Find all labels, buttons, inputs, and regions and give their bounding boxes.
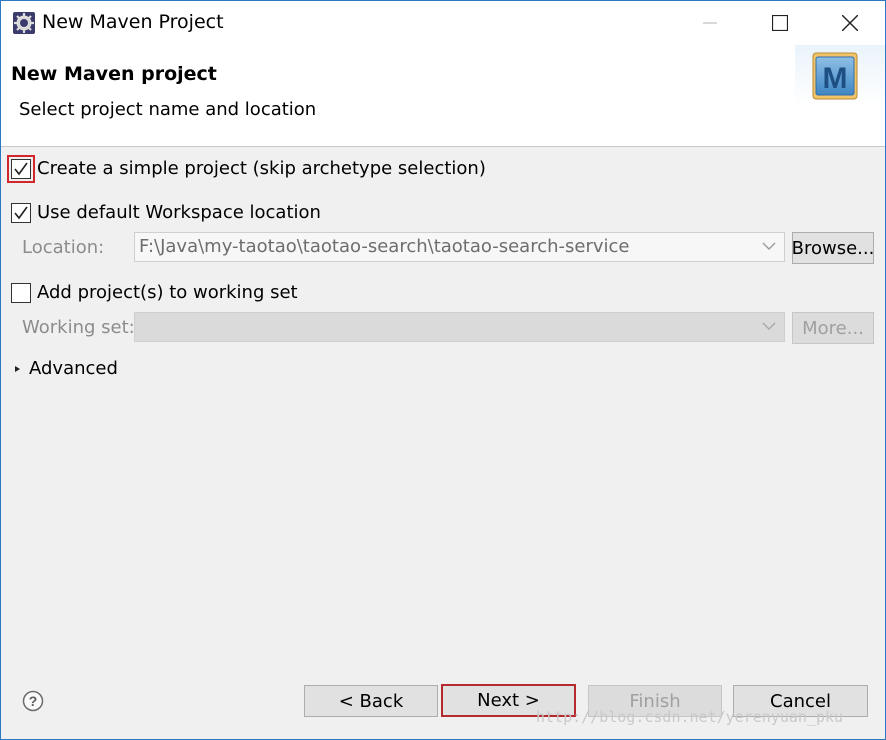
- working-set-combo[interactable]: [134, 312, 785, 342]
- title-bar[interactable]: New Maven Project: [1, 1, 885, 45]
- maximize-icon: [772, 15, 788, 31]
- wizard-header: New Maven project Select project name an…: [1, 45, 885, 147]
- svg-text:M: M: [823, 62, 848, 95]
- simple-project-checkbox[interactable]: [11, 158, 31, 179]
- triangle-right-icon: [15, 365, 20, 372]
- location-combo[interactable]: F:\Java\my-taotao\taotao-search\taotao-s…: [134, 232, 785, 262]
- eclipse-app-icon: [13, 12, 35, 34]
- default-workspace-option[interactable]: Use default Workspace location: [11, 202, 321, 223]
- location-value: F:\Java\my-taotao\taotao-search\taotao-s…: [139, 236, 630, 257]
- window-title: New Maven Project: [42, 11, 224, 33]
- working-set-label: Working set:: [22, 317, 135, 338]
- simple-project-option[interactable]: Create a simple project (skip archetype …: [11, 158, 486, 179]
- dialog-window: New Maven Project New Maven project Sele…: [0, 0, 886, 740]
- help-icon[interactable]: ?: [22, 690, 44, 712]
- close-icon: [842, 15, 858, 31]
- watermark-text: http://blog.csdn.net/yerenyuan_pku: [536, 708, 844, 726]
- more-button[interactable]: More...: [792, 312, 874, 344]
- chevron-down-icon: [762, 242, 776, 250]
- working-set-option[interactable]: Add project(s) to working set: [11, 282, 298, 303]
- checkmark-icon: [14, 206, 28, 219]
- close-window-button[interactable]: [815, 1, 885, 45]
- maven-logo-icon: M: [795, 45, 885, 105]
- checkmark-icon: [14, 162, 28, 175]
- minimize-button[interactable]: [675, 1, 745, 45]
- back-button[interactable]: < Back: [304, 685, 438, 717]
- maximize-button[interactable]: [745, 1, 815, 45]
- advanced-label: Advanced: [29, 358, 118, 379]
- default-workspace-checkbox[interactable]: [11, 202, 31, 223]
- browse-button[interactable]: Browse...: [792, 232, 874, 264]
- wizard-title: New Maven project: [11, 63, 217, 85]
- advanced-section-toggle[interactable]: Advanced: [13, 358, 118, 379]
- minimize-icon: [703, 22, 717, 24]
- chevron-down-icon: [762, 322, 776, 330]
- svg-text:?: ?: [29, 693, 38, 709]
- default-workspace-label: Use default Workspace location: [37, 202, 321, 223]
- location-label: Location:: [22, 237, 105, 258]
- wizard-subtitle: Select project name and location: [19, 99, 317, 120]
- working-set-option-label: Add project(s) to working set: [37, 282, 298, 303]
- simple-project-label: Create a simple project (skip archetype …: [37, 158, 486, 179]
- working-set-checkbox[interactable]: [11, 282, 31, 303]
